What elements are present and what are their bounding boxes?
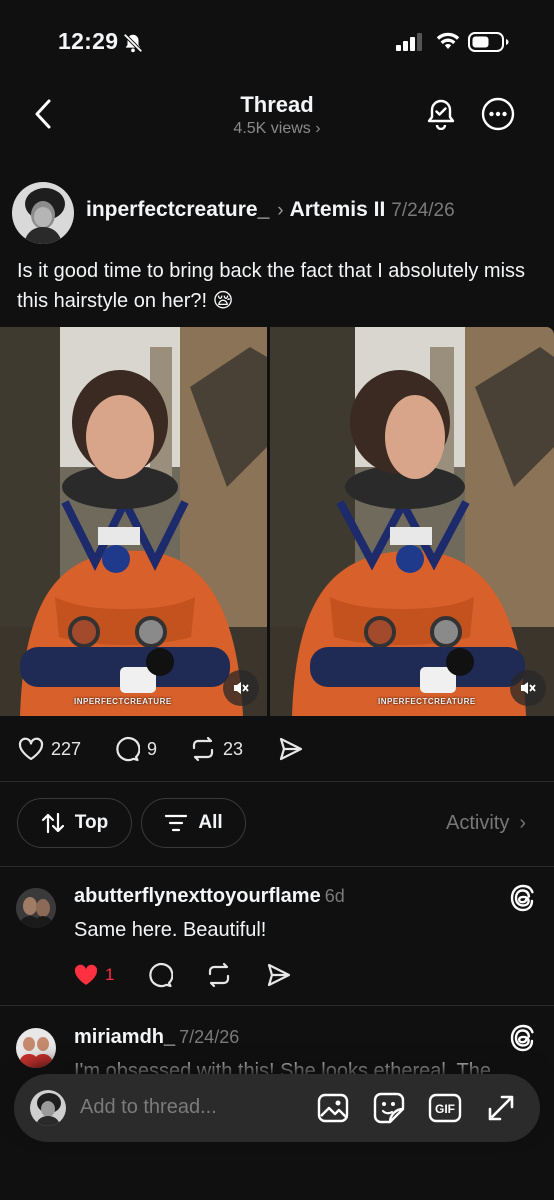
repost-icon: [192, 736, 214, 762]
threads-logo-icon[interactable]: [510, 884, 538, 912]
post-username[interactable]: inperfectcreature_: [86, 198, 269, 222]
threads-logo-icon[interactable]: [510, 1024, 538, 1052]
sticker-button[interactable]: [372, 1091, 406, 1125]
gif-button[interactable]: GIF: [428, 1091, 462, 1125]
filter-button[interactable]: All: [141, 798, 246, 848]
comment-text: Same here. Beautiful!: [74, 919, 267, 941]
comment-icon: [116, 737, 140, 762]
chevron-right-icon: ›: [277, 200, 284, 221]
more-options-button[interactable]: [480, 96, 516, 132]
reply-button[interactable]: 9: [114, 734, 157, 764]
repost-count: 23: [223, 738, 244, 759]
comment-like-button[interactable]: 1: [73, 960, 114, 990]
composer-avatar: [30, 1090, 66, 1126]
svg-text:GIF: GIF: [435, 1102, 455, 1116]
repost-button[interactable]: 23: [190, 734, 243, 764]
bell-slash-icon: [122, 32, 144, 54]
mute-button[interactable]: [223, 670, 259, 706]
post-avatar[interactable]: [12, 182, 74, 244]
page-title: Thread: [240, 92, 314, 117]
battery-icon: [468, 31, 510, 53]
repost-icon: [208, 962, 230, 988]
reply-count: 9: [147, 738, 158, 759]
mute-button[interactable]: [510, 670, 546, 706]
send-icon: [279, 737, 303, 761]
post-topic[interactable]: Artemis II: [290, 198, 386, 222]
chevron-right-icon: ›: [315, 120, 321, 137]
ellipsis-circle-icon: [481, 97, 515, 131]
comment-share-button[interactable]: [266, 960, 292, 990]
filter-lines-icon: [165, 814, 188, 832]
post-meta: inperfectcreature_ › Artemis II 7/24/26: [86, 198, 455, 222]
divider: [0, 866, 554, 867]
sort-label: Top: [74, 812, 109, 833]
post-video-2[interactable]: INPERFECTCREATURE: [270, 327, 554, 716]
views-label: 4.5K views: [233, 120, 311, 137]
comment-reply-button[interactable]: [147, 960, 173, 990]
status-time: 12:29: [58, 28, 119, 54]
image-icon: [317, 1093, 349, 1123]
like-count: 227: [51, 738, 82, 759]
post-video-1[interactable]: INPERFECTCREATURE: [0, 327, 267, 716]
comment-like-count: 1: [105, 965, 115, 984]
comment-username[interactable]: miriamdh_: [74, 1026, 175, 1048]
media-watermark: INPERFECTCREATURE: [378, 697, 476, 706]
comment-date: 6d: [324, 886, 345, 906]
comment-username[interactable]: abutterflynexttoyourflame: [74, 885, 321, 907]
heart-icon: [18, 737, 44, 761]
post-text: Is it good time to bring back the fact t…: [17, 260, 526, 312]
like-button[interactable]: 227: [18, 734, 81, 764]
expand-arrows-icon: [488, 1095, 514, 1121]
comment-date: 7/24/26: [179, 1027, 240, 1047]
comment-icon: [149, 963, 173, 988]
speaker-muted-icon: [521, 682, 536, 694]
views-count[interactable]: 4.5K views ›: [0, 120, 554, 138]
comment-avatar[interactable]: [16, 888, 56, 928]
share-button[interactable]: [278, 734, 304, 764]
sort-button[interactable]: Top: [17, 798, 132, 848]
sticker-icon: [373, 1092, 405, 1124]
reply-composer[interactable]: Add to thread... GIF: [14, 1074, 540, 1142]
notify-button[interactable]: [424, 96, 458, 132]
filter-label: All: [198, 812, 223, 833]
image-button[interactable]: [316, 1091, 350, 1125]
comment-repost-button[interactable]: [206, 960, 232, 990]
comment-avatar[interactable]: [16, 1028, 56, 1068]
comment-meta: miriamdh_ 7/24/26: [74, 1026, 239, 1049]
heart-filled-icon: [74, 964, 98, 985]
send-icon: [267, 963, 291, 987]
gif-icon: GIF: [428, 1093, 462, 1123]
activity-link[interactable]: Activity ›: [446, 812, 526, 835]
activity-label: Activity: [446, 812, 510, 834]
chevron-right-icon: ›: [519, 812, 527, 834]
expand-button[interactable]: [484, 1091, 518, 1125]
composer-input[interactable]: Add to thread...: [80, 1096, 217, 1119]
post-date: 7/24/26: [391, 200, 455, 221]
bell-check-icon: [427, 99, 455, 130]
divider: [0, 1005, 554, 1006]
wifi-icon: [436, 31, 460, 51]
cellular-signal-icon: [396, 33, 424, 51]
divider: [0, 781, 554, 782]
sort-arrows-icon: [41, 812, 64, 834]
comment-meta: abutterflynexttoyourflame 6d: [74, 885, 345, 908]
speaker-muted-icon: [234, 682, 249, 694]
media-watermark: INPERFECTCREATURE: [74, 697, 172, 706]
